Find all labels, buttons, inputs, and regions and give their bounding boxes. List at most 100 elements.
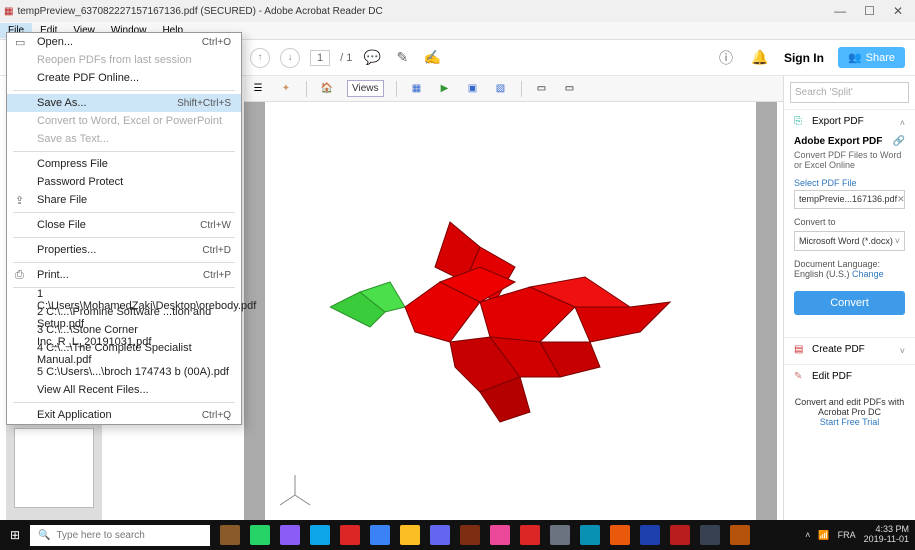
selected-file-name: tempPrevie...167136.pdf [799, 194, 897, 205]
bell-icon[interactable]: 🔔 [750, 48, 770, 68]
taskbar-apps [210, 525, 750, 545]
menu-save-text: Save as Text... [7, 130, 241, 148]
page-thumbnail[interactable] [14, 428, 94, 508]
taskbar-app-17[interactable] [730, 525, 750, 545]
menu-print-label: Print... [37, 269, 69, 281]
selected-file-chip[interactable]: tempPrevie...167136.pdf ✕ [794, 190, 905, 209]
taskbar-app-15[interactable] [670, 525, 690, 545]
menu-open[interactable]: ▭ Open... Ctrl+O [7, 33, 241, 51]
menu-close-shortcut: Ctrl+W [200, 220, 231, 231]
menu-recent-4[interactable]: 4 C:\...\The Complete Specialist Manual.… [7, 345, 241, 363]
minimize-button[interactable]: — [834, 4, 846, 18]
menu-password[interactable]: Password Protect [7, 173, 241, 191]
remove-file-button[interactable]: ✕ [897, 194, 905, 205]
export-pdf-header[interactable]: ⎘Export PDF ˄ [784, 109, 915, 136]
tool-icon[interactable]: ✦ [278, 81, 294, 97]
chevron-down-icon: ˅ [895, 236, 900, 246]
cube-icon[interactable]: ▦ [409, 81, 425, 97]
taskbar-app-16[interactable] [700, 525, 720, 545]
taskbar-app-1[interactable] [250, 525, 270, 545]
grid2-icon[interactable]: ▭ [562, 81, 578, 97]
create-pdf-header[interactable]: ▤Create PDF ˅ [784, 337, 915, 364]
taskbar-app-12[interactable] [580, 525, 600, 545]
menu-props-shortcut: Ctrl+D [202, 245, 231, 256]
highlight-icon[interactable]: ✎ [392, 48, 412, 68]
link-icon[interactable]: 🔗 [893, 136, 905, 147]
menu-reopen-label: Reopen PDFs from last session [37, 54, 192, 66]
menu-close-file[interactable]: Close File Ctrl+W [7, 216, 241, 234]
search-icon: 🔍 [38, 530, 50, 541]
view-all-label: View All Recent Files... [37, 384, 149, 396]
menu-exit[interactable]: Exit Application Ctrl+Q [7, 406, 241, 424]
menu-properties[interactable]: Properties... Ctrl+D [7, 241, 241, 259]
taskbar-app-9[interactable] [490, 525, 510, 545]
convert-format-select[interactable]: Microsoft Word (*.docx) ˅ [794, 231, 905, 251]
menu-compress[interactable]: Compress File [7, 155, 241, 173]
menu-share-label: Share File [37, 194, 87, 206]
page-total: / 1 [340, 52, 352, 64]
taskbar-app-5[interactable] [370, 525, 390, 545]
export-subtitle: Convert PDF Files to Word or Excel Onlin… [794, 150, 905, 170]
menu-open-shortcut: Ctrl+O [202, 37, 231, 48]
page-down-button[interactable]: ↓ [280, 48, 300, 68]
tray-wifi-icon[interactable]: 📶 [818, 530, 829, 541]
menu-saveas-shortcut: Shift+Ctrl+S [177, 98, 231, 109]
document-viewport[interactable] [244, 102, 777, 520]
menu-convert-ms: Convert to Word, Excel or PowerPoint [7, 112, 241, 130]
taskbar-app-3[interactable] [310, 525, 330, 545]
taskbar-app-11[interactable] [550, 525, 570, 545]
doc-lang-label: Document Language: [794, 259, 880, 269]
home-icon[interactable]: 🏠 [319, 81, 335, 97]
menu-compress-label: Compress File [37, 158, 108, 170]
taskbar-app-2[interactable] [280, 525, 300, 545]
tray-lang[interactable]: FRA [838, 530, 856, 540]
start-button[interactable]: ⊞ [0, 528, 30, 542]
convert-button[interactable]: Convert [794, 291, 905, 315]
sign-icon[interactable]: ✍ [422, 48, 442, 68]
grid-icon[interactable]: ▭ [534, 81, 550, 97]
tray-chevron-icon[interactable]: ˄ [805, 530, 810, 540]
page-current-input[interactable]: 1 [310, 50, 330, 66]
taskbar-app-7[interactable] [430, 525, 450, 545]
taskbar-app-13[interactable] [610, 525, 630, 545]
menu-print[interactable]: ⎙ Print... Ctrl+P [7, 266, 241, 284]
taskbar-app-8[interactable] [460, 525, 480, 545]
title-bar: ▦ tempPreview_637082227157167136.pdf (SE… [0, 0, 915, 22]
sign-in-button[interactable]: Sign In [784, 51, 824, 65]
menu-view-all-recent[interactable]: View All Recent Files... [7, 381, 241, 399]
chevron-up-icon: ˄ [900, 118, 905, 128]
system-tray[interactable]: ˄ 📶 FRA 4:33 PM 2019-11-01 [805, 525, 915, 545]
taskbar-app-0[interactable] [220, 525, 240, 545]
search-tools-input[interactable]: Search 'Split' [790, 82, 909, 103]
upsell-blurb: Convert and edit PDFs with Acrobat Pro D… [784, 391, 915, 433]
taskbar-app-6[interactable] [400, 525, 420, 545]
tray-date: 2019-11-01 [864, 535, 909, 545]
change-language-link[interactable]: Change [852, 269, 884, 279]
menu-share-file[interactable]: ⇪ Share File [7, 191, 241, 209]
menu-save-as[interactable]: Save As... Shift+Ctrl+S [7, 94, 241, 112]
play-icon[interactable]: ▶ [437, 81, 453, 97]
layers-icon[interactable]: ☰ [250, 81, 266, 97]
3d-model-render [330, 212, 690, 432]
search-placeholder: Type here to search [56, 530, 144, 541]
menu-saveas-label: Save As... [37, 97, 87, 109]
help-icon[interactable]: ⓘ [716, 48, 736, 68]
page-up-button[interactable]: ↑ [250, 48, 270, 68]
print-icon: ⎙ [15, 269, 29, 282]
box-icon[interactable]: ▣ [465, 81, 481, 97]
taskbar-search-input[interactable]: 🔍 Type here to search [30, 525, 210, 546]
menu-recent-5[interactable]: 5 C:\Users\...\broch 174743 b (00A).pdf [7, 363, 241, 381]
start-trial-link[interactable]: Start Free Trial [820, 417, 880, 427]
taskbar-app-14[interactable] [640, 525, 660, 545]
close-button[interactable]: ✕ [893, 4, 903, 18]
maximize-button[interactable]: ☐ [864, 4, 875, 18]
share-button[interactable]: 👥 Share [838, 47, 905, 68]
views-dropdown[interactable]: Views [347, 80, 384, 97]
edit-pdf-header[interactable]: ✎Edit PDF [784, 364, 915, 391]
doc-lang-value: English (U.S.) [794, 269, 850, 279]
taskbar-app-10[interactable] [520, 525, 540, 545]
comment-icon[interactable]: 💬 [362, 48, 382, 68]
box2-icon[interactable]: ▧ [493, 81, 509, 97]
menu-create-online[interactable]: Create PDF Online... [7, 69, 241, 87]
taskbar-app-4[interactable] [340, 525, 360, 545]
